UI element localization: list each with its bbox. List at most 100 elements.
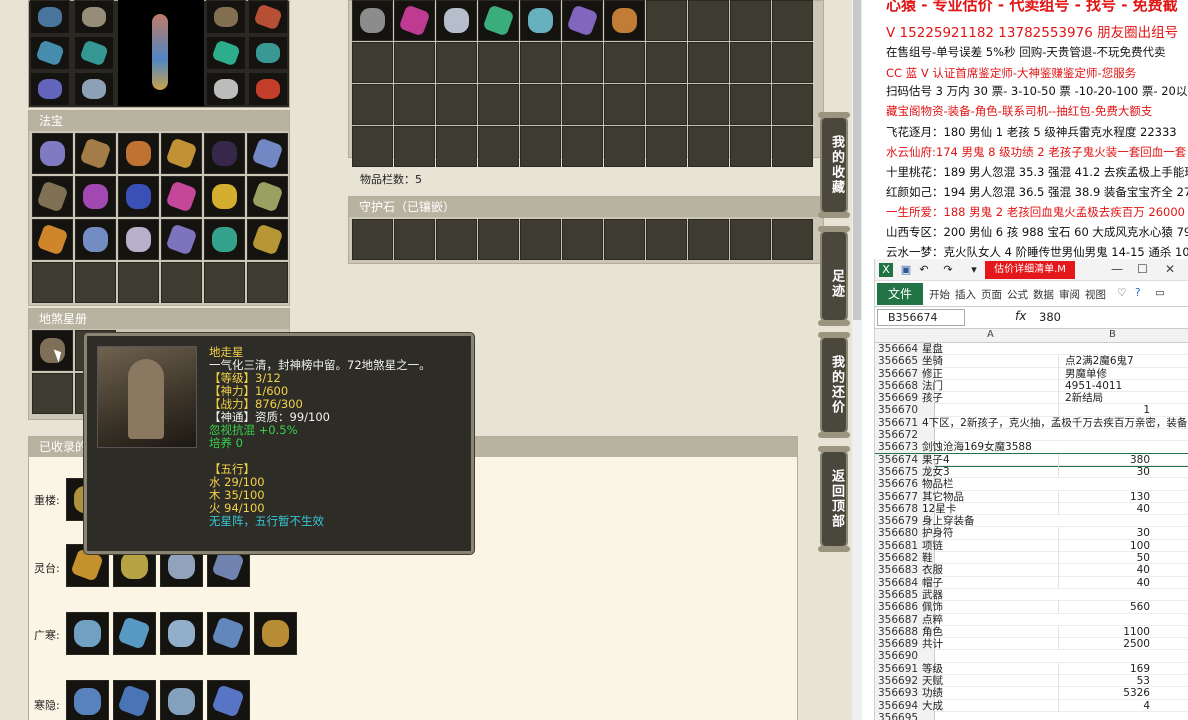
cell-b[interactable]: 4 (1058, 699, 1168, 712)
cell-b[interactable]: 53 (1058, 675, 1168, 688)
table-row[interactable]: 356680 护身符 30 (875, 527, 1188, 540)
cell-a[interactable]: 功绩 (922, 687, 1058, 699)
treasure-slot-empty[interactable] (247, 262, 288, 303)
table-row[interactable]: 356694 大成 4 (875, 699, 1188, 712)
cell-a[interactable]: 4下区，2新孩子，克火抽，孟极千万去疾百万亲密，装备 (922, 417, 1188, 429)
inventory-slot-empty[interactable] (562, 84, 603, 125)
tab-view[interactable]: 视图 (1085, 287, 1106, 302)
cell-b[interactable]: 1100 (1058, 625, 1168, 639)
cell-b[interactable]: 点2满2魔6鬼7 (1058, 355, 1168, 368)
inventory-slot-empty[interactable] (604, 42, 645, 83)
guard-slot[interactable] (604, 219, 645, 260)
guard-slot[interactable] (562, 219, 603, 260)
collected-item[interactable] (113, 680, 156, 720)
inventory-slot-empty[interactable] (394, 42, 435, 83)
table-row[interactable]: 356686 佩饰 560 (875, 601, 1188, 614)
inventory-slot-empty[interactable] (436, 126, 477, 167)
tab-review[interactable]: 审阅 (1059, 287, 1080, 302)
ribbon-restore-icon[interactable]: ▭ (1155, 287, 1165, 299)
cell-a[interactable]: 物品栏 (922, 478, 1058, 490)
tab-formula[interactable]: 公式 (1007, 287, 1028, 302)
inventory-slot-empty[interactable] (646, 126, 687, 167)
table-row[interactable]: 356679 身上穿装备 (875, 515, 1188, 528)
cell-a[interactable]: 鞋 (922, 552, 1058, 564)
my-counteroffer-button[interactable]: 我的还价 (818, 332, 850, 438)
inventory-slot[interactable] (394, 0, 435, 41)
cell-b[interactable]: 4951-4011 (1058, 379, 1168, 393)
table-row[interactable]: 356683 衣服 40 (875, 564, 1188, 577)
equip-slot[interactable] (206, 0, 246, 34)
inventory-slot[interactable] (436, 0, 477, 41)
table-row[interactable]: 356673 剑蚀沧海169女魔3588 (875, 441, 1188, 454)
inventory-slot[interactable] (478, 0, 519, 41)
collected-item[interactable] (66, 612, 109, 655)
inventory-slot-empty[interactable] (604, 84, 645, 125)
page-scrollbar[interactable] (852, 0, 862, 720)
inventory-slot-empty[interactable] (772, 0, 813, 41)
inventory-slot-empty[interactable] (730, 42, 771, 83)
cell-b[interactable]: 1 (1058, 404, 1168, 417)
cell-a[interactable]: 果子4 (922, 454, 1058, 466)
treasure-slot[interactable] (75, 133, 116, 174)
undo-icon[interactable]: ↶ (917, 263, 931, 277)
treasure-slot-empty[interactable] (32, 262, 73, 303)
cell-b[interactable]: 50 (1058, 552, 1168, 565)
cell-a[interactable]: 武器 (922, 589, 1058, 601)
cell-a[interactable]: 剑蚀沧海169女魔3588 (922, 441, 1058, 453)
treasure-slot[interactable] (75, 176, 116, 217)
back-to-top-button[interactable]: 返回顶部 (818, 446, 850, 552)
treasure-slot[interactable] (118, 133, 159, 174)
guard-slot[interactable] (520, 219, 561, 260)
cell-b[interactable]: 2新结局 (1058, 392, 1168, 405)
table-row[interactable]: 356667 修正 男魔单修 (875, 367, 1188, 380)
inventory-slot-empty[interactable] (730, 126, 771, 167)
inventory-slot-empty[interactable] (478, 42, 519, 83)
inventory-slot-empty[interactable] (478, 126, 519, 167)
table-row[interactable]: 356692 天赋 53 (875, 675, 1188, 688)
inventory-slot-empty[interactable] (520, 84, 561, 125)
inventory-slot-empty[interactable] (730, 84, 771, 125)
collected-item[interactable] (113, 612, 156, 655)
cell-b[interactable]: 130 (1058, 490, 1168, 503)
equip-slot[interactable] (74, 72, 114, 106)
row-number[interactable]: 356695 (875, 711, 935, 720)
equip-slot[interactable] (248, 72, 288, 106)
equip-slot[interactable] (30, 0, 70, 34)
file-tab[interactable]: 文件 (877, 283, 923, 305)
guard-slot[interactable] (394, 219, 435, 260)
treasure-slot[interactable] (247, 176, 288, 217)
table-row[interactable]: 356676 物品栏 (875, 478, 1188, 491)
treasure-slot[interactable] (204, 133, 245, 174)
equip-slot[interactable] (248, 0, 288, 34)
guard-slot[interactable] (436, 219, 477, 260)
cell-a[interactable]: 修正 (922, 368, 1058, 380)
table-row[interactable]: 356689 共计 2500 (875, 638, 1188, 651)
treasure-slot-empty[interactable] (204, 262, 245, 303)
cell-b[interactable]: 5326 (1058, 687, 1168, 700)
inventory-slot-empty[interactable] (394, 126, 435, 167)
treasure-slot[interactable] (32, 219, 73, 260)
treasure-slot[interactable] (161, 133, 202, 174)
cell-b[interactable]: 30 (1058, 527, 1168, 540)
cell-a[interactable]: 衣服 (922, 564, 1058, 576)
equip-slot[interactable] (30, 36, 70, 70)
table-row[interactable]: 356665 坐骑 点2满2魔6鬼7 (875, 355, 1188, 368)
treasure-slot[interactable] (204, 219, 245, 260)
inventory-slot[interactable] (604, 0, 645, 41)
treasure-slot[interactable] (161, 219, 202, 260)
row-number[interactable]: 356670 (875, 404, 935, 417)
tab-data[interactable]: 数据 (1033, 287, 1054, 302)
cell-a[interactable]: 大成 (922, 700, 1058, 712)
collected-item[interactable] (160, 612, 203, 655)
guard-slot[interactable] (478, 219, 519, 260)
inventory-slot-empty[interactable] (646, 84, 687, 125)
guard-slot[interactable] (646, 219, 687, 260)
cell-a[interactable]: 共计 (922, 638, 1058, 650)
help-icon[interactable]: ? (1135, 287, 1141, 299)
cell-a[interactable]: 护身符 (922, 527, 1058, 539)
inventory-slot[interactable] (562, 0, 603, 41)
inventory-slot-empty[interactable] (646, 0, 687, 41)
collected-item[interactable] (207, 680, 250, 720)
guard-slot[interactable] (688, 219, 729, 260)
table-row[interactable]: 356681 项链 100 (875, 539, 1188, 553)
